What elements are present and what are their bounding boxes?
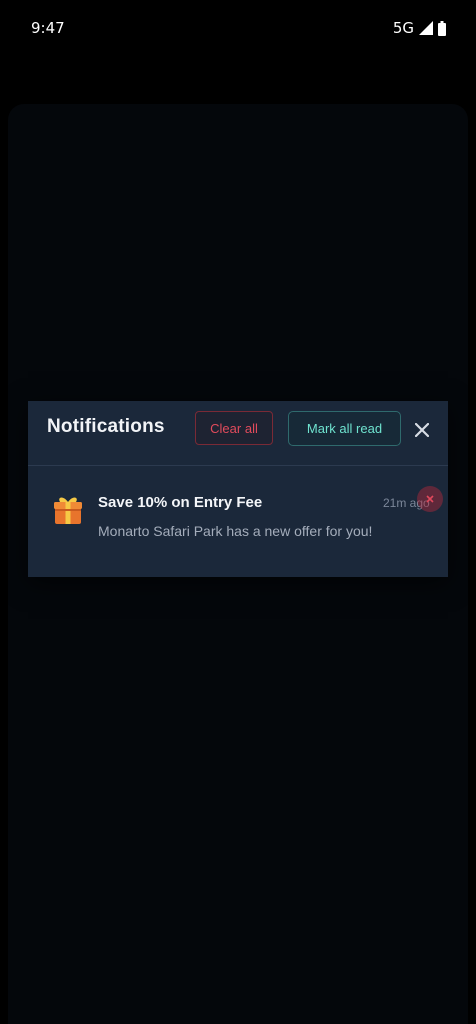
mark-all-read-button[interactable]: Mark all read: [288, 411, 401, 446]
screen: 9:47 5G Notifications Clear all Mark all…: [0, 0, 476, 1024]
notifications-title: Notifications: [47, 416, 165, 437]
notifications-panel: Notifications Clear all Mark all read Sa…: [28, 401, 448, 577]
clear-all-button[interactable]: Clear all: [195, 411, 273, 445]
notification-title: Save 10% on Entry Fee: [98, 494, 263, 511]
dismiss-notification-button[interactable]: [417, 486, 443, 512]
notification-body: Monarto Safari Park has a new offer for …: [98, 523, 373, 539]
gift-icon: [52, 494, 84, 526]
signal-icon: [419, 21, 433, 35]
status-icons: 5G: [393, 19, 446, 37]
status-bar: 9:47 5G: [0, 0, 476, 56]
close-icon[interactable]: [412, 420, 432, 440]
notification-item[interactable]: Save 10% on Entry Fee 21m ago Monarto Sa…: [28, 466, 448, 577]
network-label: 5G: [392, 19, 414, 37]
status-time: 9:47: [31, 19, 65, 37]
battery-icon: [438, 20, 446, 36]
notifications-header: Notifications Clear all Mark all read: [28, 401, 448, 466]
